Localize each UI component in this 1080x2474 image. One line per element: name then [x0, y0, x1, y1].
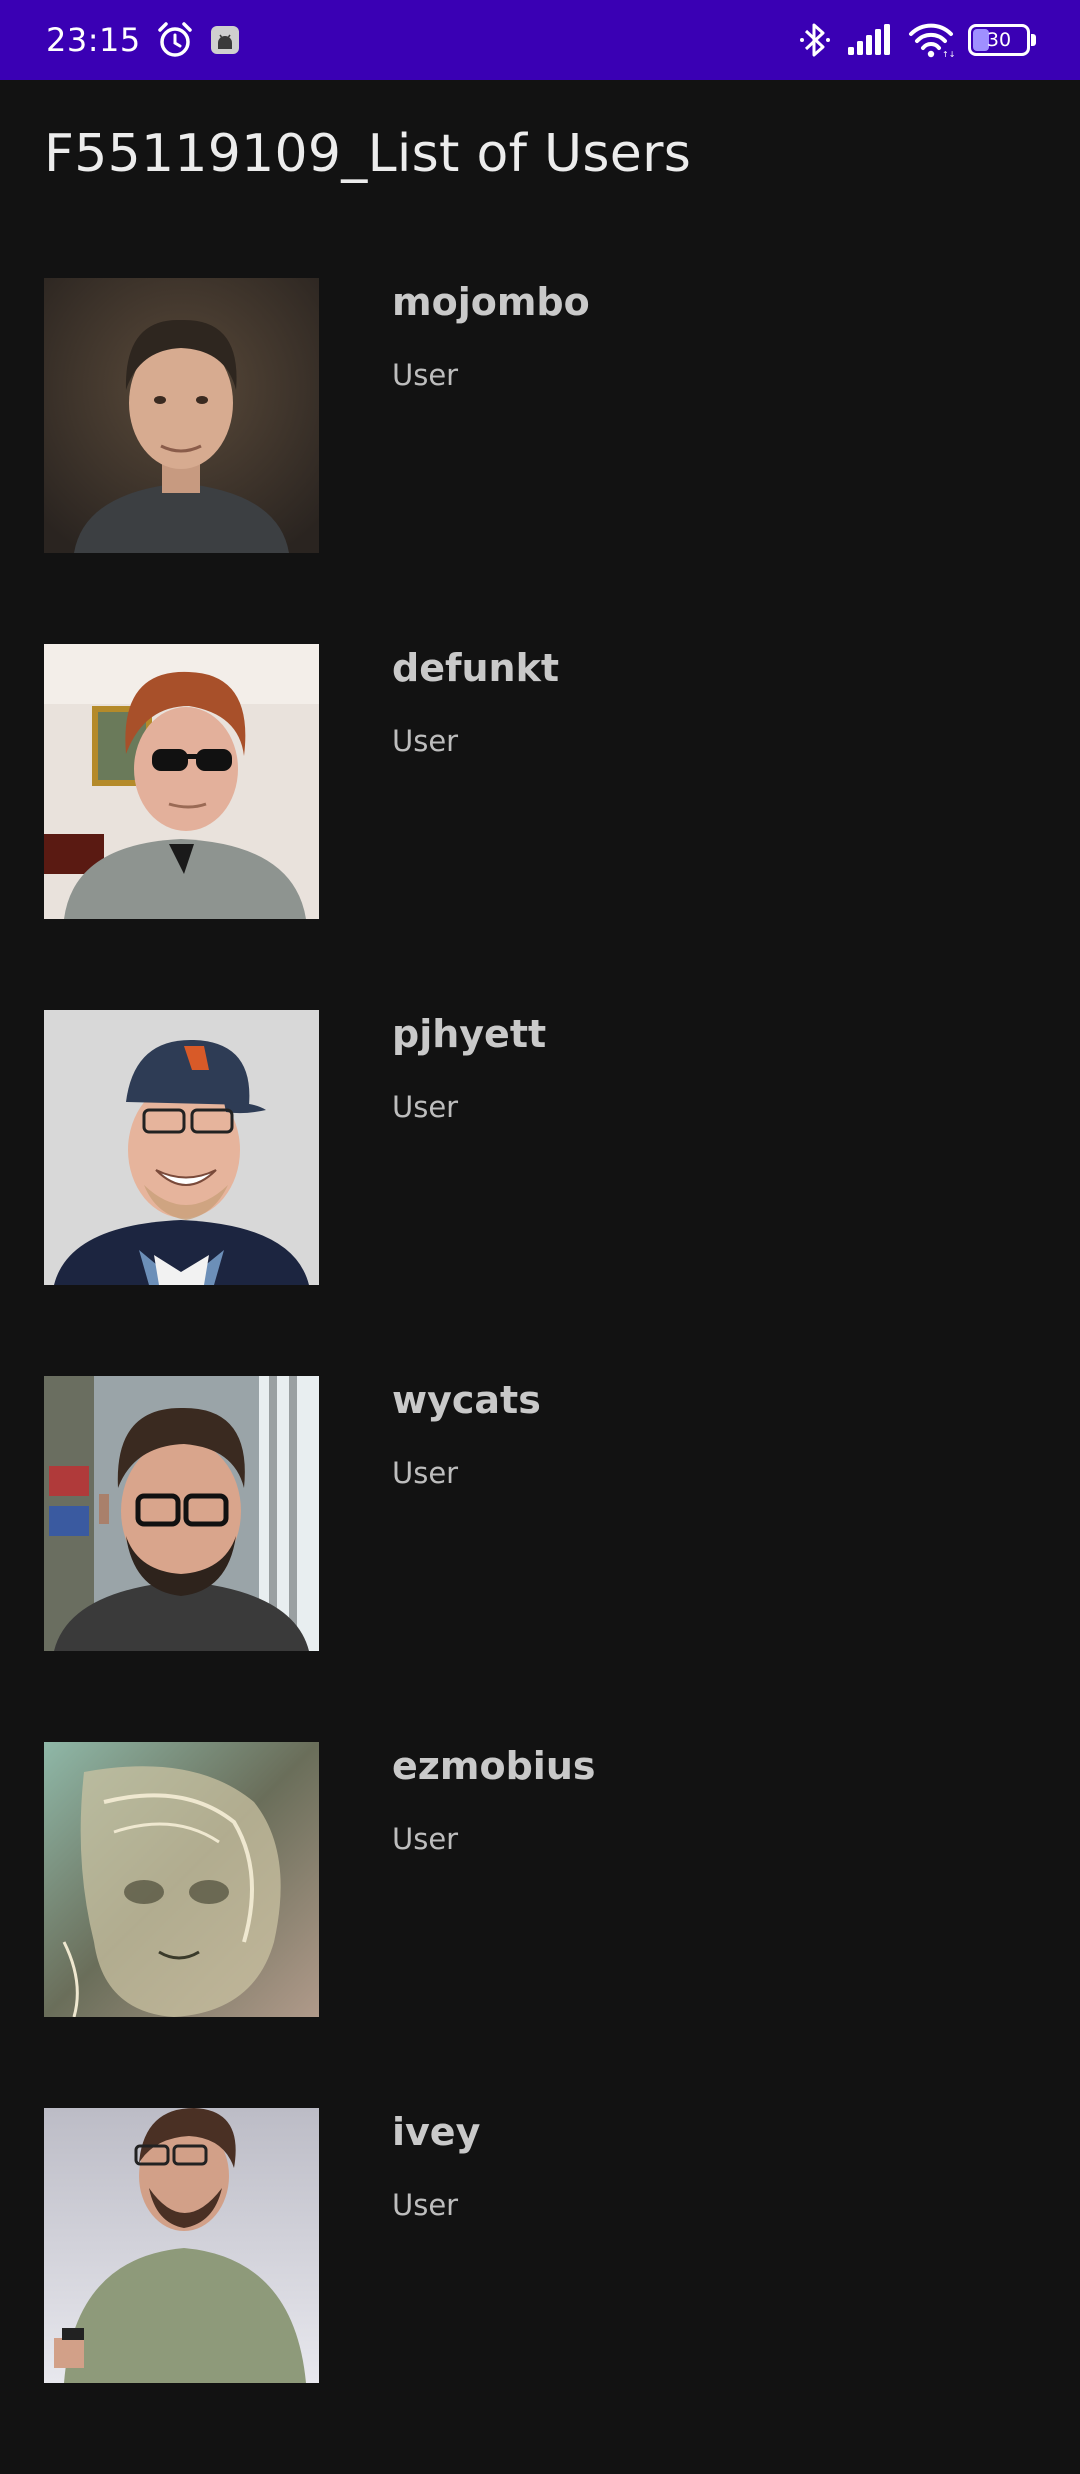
avatar[interactable]	[44, 1010, 319, 1285]
user-list[interactable]: mojombo User defunkt User pjhyett User w…	[0, 278, 1080, 2474]
android-notification-icon	[209, 24, 241, 56]
list-item[interactable]: defunkt User	[0, 644, 1080, 1010]
status-time: 23:15	[46, 21, 141, 59]
alarm-icon	[155, 20, 195, 60]
status-bar: 23:15 ↑↓ 30	[0, 0, 1080, 80]
list-item[interactable]: ezmobius User	[0, 1742, 1080, 2108]
user-type: User	[392, 1090, 459, 1124]
cellular-signal-icon	[846, 23, 894, 57]
user-name: mojombo	[392, 280, 590, 324]
list-item[interactable]: mojombo User	[0, 278, 1080, 644]
list-item[interactable]: wycats User	[0, 1376, 1080, 1742]
status-bar-left: 23:15	[46, 20, 241, 60]
page-title: F55119109_List of Users	[44, 124, 692, 184]
user-name: defunkt	[392, 646, 560, 690]
user-type: User	[392, 1456, 459, 1490]
avatar[interactable]	[44, 1376, 319, 1651]
user-name: wycats	[392, 1378, 541, 1422]
user-type: User	[392, 1822, 459, 1856]
user-name: ezmobius	[392, 1744, 596, 1788]
status-bar-right: ↑↓ 30	[784, 20, 1036, 60]
list-item[interactable]: ivey User	[0, 2108, 1080, 2474]
user-type: User	[392, 358, 459, 392]
user-name: pjhyett	[392, 1012, 547, 1056]
user-type: User	[392, 2188, 459, 2222]
svg-text:↑↓: ↑↓	[942, 50, 954, 58]
wifi-icon: ↑↓	[908, 22, 954, 58]
battery-level: 30	[986, 29, 1012, 51]
battery-icon: 30	[968, 24, 1036, 56]
user-type: User	[392, 724, 459, 758]
avatar[interactable]	[44, 644, 319, 919]
list-item[interactable]: pjhyett User	[0, 1010, 1080, 1376]
bluetooth-icon	[798, 20, 832, 60]
avatar[interactable]	[44, 1742, 319, 2017]
avatar[interactable]	[44, 2108, 319, 2383]
user-name: ivey	[392, 2110, 481, 2154]
avatar[interactable]	[44, 278, 319, 553]
